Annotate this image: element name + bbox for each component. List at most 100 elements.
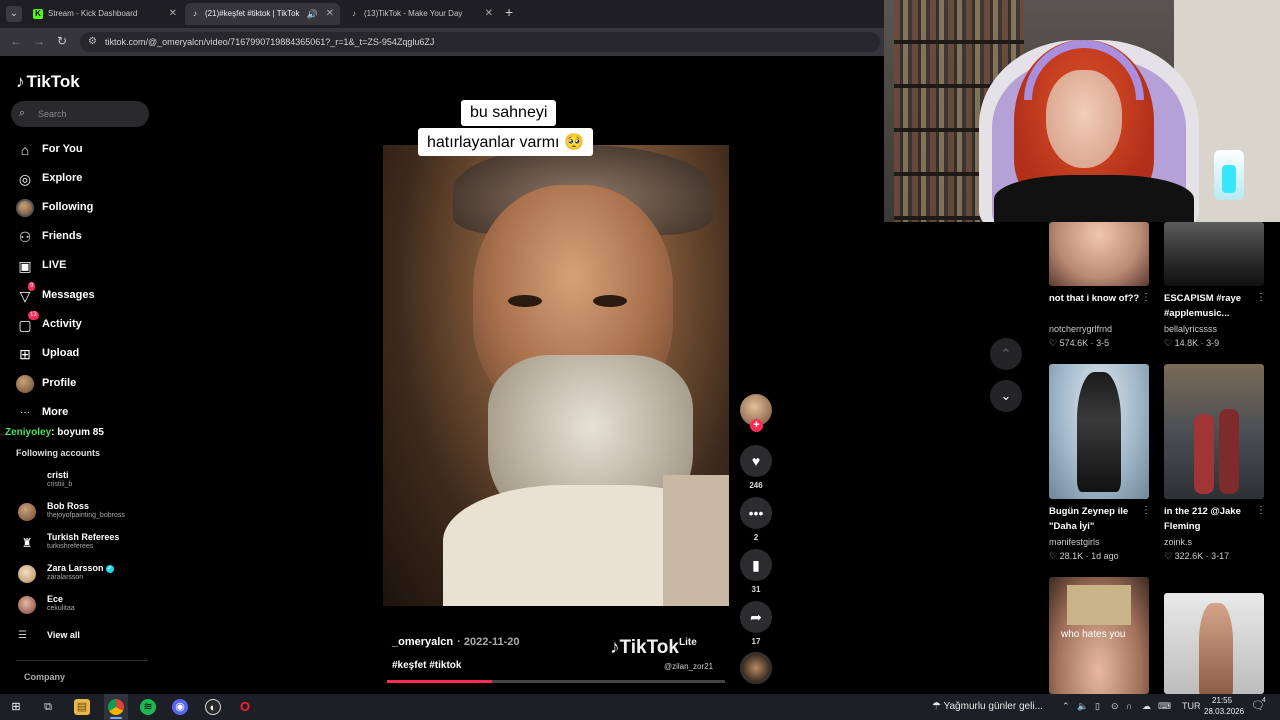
- video-card-thumbnail[interactable]: [1164, 364, 1264, 499]
- tab-kick-dashboard[interactable]: K Stream - Kick Dashboard ✕: [28, 3, 183, 25]
- video-card-user[interactable]: mənifestgirls: [1049, 537, 1100, 547]
- video-card-thumbnail[interactable]: [1049, 364, 1149, 499]
- clock-date[interactable]: 28.03.2026: [1204, 707, 1244, 716]
- tab-tiktok-home[interactable]: ♪ (13)TikTok - Make Your Day ✕: [344, 3, 499, 25]
- nav-activity[interactable]: ▢ 13 Activity: [16, 311, 156, 336]
- video-card-title[interactable]: not that i know of??: [1049, 291, 1149, 306]
- headset-tray-icon[interactable]: ∩: [1126, 701, 1132, 711]
- video-author[interactable]: _omeryalcn · 2022-11-20: [392, 636, 520, 648]
- video-card-thumbnail[interactable]: [1164, 222, 1264, 286]
- save-action[interactable]: ▮ 31: [740, 549, 772, 594]
- language-indicator[interactable]: TUR: [1182, 701, 1201, 711]
- compass-icon: ◎: [18, 171, 32, 187]
- chevron-up-icon[interactable]: ⌃: [1062, 701, 1070, 712]
- obs-icon[interactable]: ◐: [205, 699, 221, 715]
- video-card-title[interactable]: in the 212 @Jake Fleming: [1164, 504, 1264, 534]
- account-handle: cekulitaa: [47, 605, 75, 612]
- spotify-icon[interactable]: ≋: [140, 699, 156, 715]
- nav-explore[interactable]: ◎ Explore: [16, 168, 156, 190]
- account-item[interactable]: Zara Larsson ✓ zaralarsson: [16, 562, 156, 588]
- new-tab-button[interactable]: +: [505, 4, 513, 20]
- next-video-button[interactable]: ⌄: [990, 380, 1022, 412]
- discord-icon[interactable]: ◉: [172, 699, 188, 715]
- account-item[interactable]: Bob Ross thejoyofpainting_bobross: [16, 500, 156, 526]
- video-card-user[interactable]: notcherrygrlfrnd: [1049, 324, 1112, 334]
- video-card-title[interactable]: ESCAPISM #raye #applemusic...: [1164, 291, 1264, 321]
- video-hashtags[interactable]: #keşfet #tiktok: [392, 660, 461, 671]
- video-player[interactable]: [383, 145, 729, 606]
- opera-icon[interactable]: O: [237, 699, 253, 715]
- share-action[interactable]: ➦ 17: [740, 601, 772, 646]
- close-icon[interactable]: ✕: [326, 3, 334, 25]
- nav-profile[interactable]: Profile: [16, 373, 156, 395]
- search-placeholder: Search: [38, 109, 67, 119]
- video-card-user[interactable]: zoink.s: [1164, 537, 1192, 547]
- network-icon[interactable]: ⊙: [1111, 701, 1119, 712]
- windows-start-icon[interactable]: ⊞: [8, 699, 24, 715]
- chrome-icon[interactable]: [108, 699, 124, 715]
- tab-list-button[interactable]: ⌄: [6, 6, 22, 22]
- activity-badge: 13: [28, 311, 39, 320]
- tab-tiktok-video[interactable]: ♪ (21)#keşfet #tiktok | TikTok 🔊 ✕: [185, 3, 340, 25]
- account-handle: thejoyofpainting_bobross: [47, 512, 125, 519]
- back-icon[interactable]: ←: [10, 34, 22, 48]
- kebab-menu-icon[interactable]: ⋮: [1141, 505, 1151, 516]
- heart-icon[interactable]: ♥: [740, 445, 772, 477]
- nav-upload[interactable]: ⊞ Upload: [16, 343, 156, 365]
- company-link[interactable]: Company: [24, 672, 65, 682]
- account-item[interactable]: Ece cekulitaa: [16, 593, 156, 619]
- windows-taskbar: ⊞ ⧉ ▤ ≋ ◉ ◐ O ☂ Yağmurlu günler geli... …: [0, 694, 1280, 720]
- like-action[interactable]: ♥ 246: [740, 445, 772, 490]
- follow-button[interactable]: +: [750, 419, 763, 432]
- site-info-icon[interactable]: ⚙: [88, 36, 97, 47]
- keyboard-icon[interactable]: ⌨: [1158, 701, 1171, 712]
- clock-time[interactable]: 21:55: [1212, 696, 1232, 705]
- share-count: 17: [751, 637, 761, 646]
- speaker-icon[interactable]: 🔊: [307, 3, 318, 25]
- video-card-user[interactable]: bellalyricssss: [1164, 324, 1217, 334]
- video-date: · 2022-11-20: [457, 636, 520, 648]
- close-icon[interactable]: ✕: [485, 3, 493, 25]
- video-card-thumbnail[interactable]: who hates you: [1049, 577, 1149, 694]
- url-text[interactable]: tiktok.com/@_omeryalcn/video/71679907198…: [105, 37, 434, 47]
- account-item[interactable]: ♜ Turkish Referees turkishreferees: [16, 531, 156, 557]
- nav-for-you[interactable]: ⌂ For You: [16, 139, 156, 161]
- tiktok-favicon-icon: ♪: [193, 9, 197, 18]
- video-card-thumbnail[interactable]: [1164, 593, 1264, 694]
- file-explorer-icon[interactable]: ▤: [74, 699, 90, 715]
- reload-icon[interactable]: ↻: [57, 34, 67, 48]
- author-handle[interactable]: _omeryalcn: [392, 636, 453, 648]
- nav-messages[interactable]: ▽ 9 Messages: [16, 282, 156, 307]
- view-all-link[interactable]: ☰ View all: [16, 627, 156, 653]
- music-disc-icon[interactable]: [740, 652, 772, 684]
- chat-username: Zeniyoley: [5, 427, 52, 438]
- share-icon[interactable]: ➦: [740, 601, 772, 633]
- kebab-menu-icon[interactable]: ⋮: [1256, 292, 1266, 303]
- weather-widget[interactable]: ☂ Yağmurlu günler geli...: [932, 701, 1043, 712]
- tiktok-logo[interactable]: ♪ TikTok: [16, 72, 80, 92]
- comment-icon[interactable]: •••: [740, 497, 772, 529]
- nav-more[interactable]: ··· More: [16, 402, 156, 424]
- task-view-icon[interactable]: ⧉: [40, 699, 56, 715]
- previous-video-button[interactable]: ⌃: [990, 338, 1022, 370]
- video-progress-bar[interactable]: [387, 680, 725, 683]
- watermark-lite: Lite: [678, 637, 697, 648]
- video-card-title[interactable]: Bugün Zeynep ile "Daha İyi": [1049, 504, 1149, 534]
- bookmark-icon[interactable]: ▮: [740, 549, 772, 581]
- battery-icon[interactable]: ▯: [1095, 701, 1100, 712]
- tiktok-note-icon: ♪: [610, 637, 620, 658]
- account-item[interactable]: cristi cristiii_b: [16, 469, 156, 495]
- nav-live[interactable]: ▣ LIVE: [16, 255, 156, 277]
- comment-action[interactable]: ••• 2: [740, 497, 772, 542]
- search-input[interactable]: ⌕ Search: [11, 101, 149, 127]
- kebab-menu-icon[interactable]: ⋮: [1141, 292, 1151, 303]
- close-icon[interactable]: ✕: [169, 3, 177, 25]
- thumb-overlay-text: who hates you: [1061, 629, 1126, 640]
- volume-icon[interactable]: 🔈: [1077, 701, 1088, 712]
- kebab-menu-icon[interactable]: ⋮: [1256, 505, 1266, 516]
- video-card-thumbnail[interactable]: [1049, 222, 1149, 286]
- cloud-icon[interactable]: ☁: [1142, 701, 1151, 712]
- nav-following[interactable]: Following: [16, 197, 156, 219]
- forward-icon[interactable]: →: [33, 34, 45, 48]
- nav-friends[interactable]: ⚇ Friends: [16, 226, 156, 248]
